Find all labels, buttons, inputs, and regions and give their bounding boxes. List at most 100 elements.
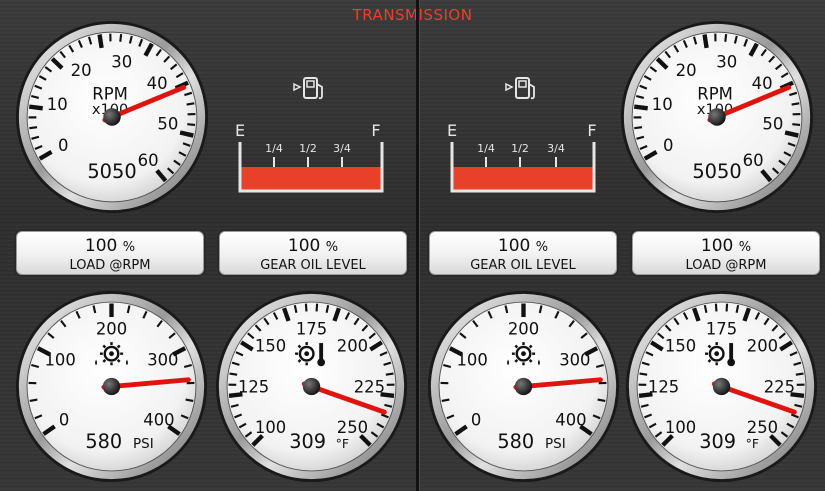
temperature-gauge: 100 125 150 175 200 225 250 309 °F xyxy=(215,290,408,483)
fuel-three-quarter-label: 3/4 xyxy=(333,142,351,155)
minor-tick xyxy=(187,123,196,126)
minor-tick xyxy=(304,303,308,312)
major-tick xyxy=(702,34,709,49)
rpm-readout: 5050 xyxy=(87,160,136,183)
minor-tick xyxy=(597,398,606,402)
tick-label: 125 xyxy=(238,377,269,396)
load-value: 100 xyxy=(84,236,118,256)
tick-label: 125 xyxy=(648,377,679,396)
tick-label: 300 xyxy=(147,351,178,370)
tick-label: 400 xyxy=(555,411,586,430)
tick-label: 150 xyxy=(665,336,696,355)
tick-label: 150 xyxy=(255,336,286,355)
minor-tick xyxy=(119,33,123,42)
fuel-level-bar-fill xyxy=(452,167,594,190)
fuel-quarter-label: 1/4 xyxy=(265,142,283,155)
tick-label: 50 xyxy=(762,114,783,133)
minor-tick xyxy=(185,398,194,402)
tick-label: 0 xyxy=(663,136,674,155)
tick-label: 30 xyxy=(716,52,737,71)
pressure-gauge: 0 100 200 300 400 580 PSI xyxy=(15,290,208,483)
pressure-unit: PSI xyxy=(545,436,566,452)
needle-hub xyxy=(102,377,121,396)
needle-hub xyxy=(712,377,731,396)
tick-label: 0 xyxy=(59,411,69,430)
needle-hub xyxy=(514,377,533,396)
load-at-rpm-display: 100 % LOAD @RPM xyxy=(16,231,204,275)
tick-label: 400 xyxy=(143,411,174,430)
needle-hub xyxy=(103,108,121,126)
major-tick xyxy=(179,130,194,138)
gear-oil-unit: % xyxy=(325,240,339,255)
fuel-quarter-label: 1/4 xyxy=(477,142,495,155)
gear-oil-value: 100 xyxy=(497,236,531,256)
tick-label: 200 xyxy=(96,319,127,338)
fuel-full-label: F xyxy=(587,121,596,140)
tick-label: 100 xyxy=(665,418,696,437)
fuel-level-gauge: E F 1/4 1/2 3/4 xyxy=(228,70,388,196)
tick-label: 225 xyxy=(354,377,385,396)
tick-label: 225 xyxy=(764,377,795,396)
minor-tick xyxy=(791,102,800,106)
major-tick xyxy=(633,104,648,111)
fuel-pump-icon xyxy=(293,77,323,100)
tick-label: 60 xyxy=(743,151,764,170)
gear-oil-label: GEAR OIL LEVEL xyxy=(470,258,576,273)
load-unit: % xyxy=(122,240,136,255)
transmission-screen: TRANSMISSION 0102030405060 RPM x100 5050… xyxy=(0,0,825,491)
tick-label: 50 xyxy=(157,114,178,133)
minor-tick xyxy=(229,372,238,376)
tick-label: 40 xyxy=(752,74,773,93)
fuel-pump-icon xyxy=(505,77,535,100)
tick-label: 0 xyxy=(58,136,68,155)
minor-tick xyxy=(795,372,804,376)
tick-label: 0 xyxy=(471,411,481,430)
rpm-gauge: 0102030405060 RPM x100 5050 xyxy=(620,20,814,214)
fuel-level-bar-fill xyxy=(240,167,382,190)
major-tick xyxy=(97,34,104,49)
temperature-unit: °F xyxy=(746,436,759,451)
panel-divider xyxy=(416,0,419,491)
tick-label: 20 xyxy=(676,61,697,80)
minor-tick xyxy=(724,33,728,42)
tick-label: 200 xyxy=(508,319,539,338)
minor-tick xyxy=(385,372,394,376)
temperature-unit: °F xyxy=(336,436,349,451)
tick-label: 40 xyxy=(147,74,168,93)
load-value: 100 xyxy=(700,236,734,256)
temperature-gauge: 100 125 150 175 200 225 250 309 °F xyxy=(625,290,818,483)
pressure-gauge: 0 100 200 300 400 580 PSI xyxy=(427,290,620,483)
tick-label: 20 xyxy=(71,61,92,80)
minor-tick xyxy=(441,398,450,402)
minor-tick xyxy=(634,126,643,130)
minor-tick xyxy=(714,303,718,312)
tick-label: 100 xyxy=(44,351,75,370)
load-label: LOAD @RPM xyxy=(69,258,151,273)
fuel-level-gauge: E F 1/4 1/2 3/4 xyxy=(440,70,600,196)
tick-label: 100 xyxy=(456,351,487,370)
minor-tick xyxy=(186,102,195,106)
pressure-unit: PSI xyxy=(133,436,154,452)
pressure-readout: 580 xyxy=(85,430,122,453)
gear-oil-value: 100 xyxy=(287,236,321,256)
minor-tick xyxy=(792,123,801,126)
load-at-rpm-display: 100 % LOAD @RPM xyxy=(632,231,820,275)
tick-label: 200 xyxy=(337,336,368,355)
fuel-empty-label: E xyxy=(235,121,245,140)
tick-label: 200 xyxy=(747,336,778,355)
needle-hub xyxy=(708,108,726,126)
gear-oil-unit: % xyxy=(535,240,549,255)
needle-hub xyxy=(302,377,321,396)
fuel-half-label: 1/2 xyxy=(511,142,529,155)
temperature-readout: 309 xyxy=(289,430,326,453)
minor-tick xyxy=(315,303,319,312)
minor-tick xyxy=(29,398,38,402)
minor-tick xyxy=(29,126,38,130)
major-tick xyxy=(784,130,799,138)
tick-label: 175 xyxy=(706,319,737,338)
minor-tick xyxy=(639,372,648,376)
tick-label: 300 xyxy=(559,351,590,370)
tick-label: 175 xyxy=(296,319,327,338)
tick-label: 250 xyxy=(747,418,778,437)
tick-label: 10 xyxy=(47,95,68,114)
